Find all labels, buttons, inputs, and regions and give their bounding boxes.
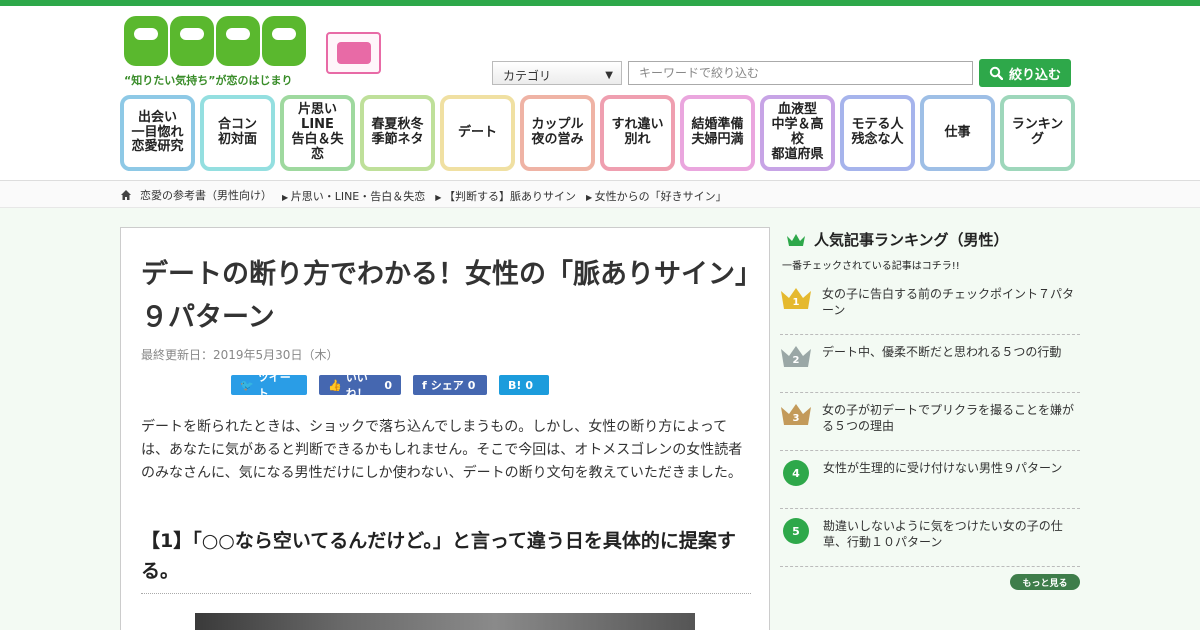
- ranking-item[interactable]: 3 女の子が初デートでプリクラを撮ることを嫌がる５つの理由: [780, 393, 1080, 451]
- nav-item-label: デート: [457, 124, 497, 140]
- breadcrumb-trail: 片思い・LINE・告白＆失恋【判断する】脈ありサイン女性からの「好きサイン」: [282, 188, 727, 204]
- like-count: 0: [384, 378, 392, 392]
- rank-number: 3: [792, 413, 800, 424]
- ranking-item[interactable]: 5 勘違いしないように気をつけたい女の子の仕草、行動１０パターン: [780, 509, 1080, 567]
- ranking-item-title: 女の子に告白する前のチェックポイント７パターン: [822, 287, 1075, 318]
- facebook-share-count: 0: [467, 378, 476, 392]
- breadcrumb-home[interactable]: 恋愛の参考書（男性向け）: [120, 187, 272, 203]
- logo-mark: [124, 16, 314, 66]
- crown-icon: [787, 233, 805, 246]
- filter-button[interactable]: 絞り込む: [979, 59, 1071, 87]
- ranking-item-title: 女の子が初デートでプリクラを撮ることを嫌がる５つの理由: [822, 403, 1075, 434]
- more-button[interactable]: もっと見る: [1010, 574, 1080, 590]
- hatena-bookmark-count: 0: [525, 378, 534, 392]
- rank-crown-badge: 3: [780, 402, 812, 426]
- nav-item[interactable]: 春夏秋冬 季節ネタ: [360, 95, 435, 171]
- rank-crown-badge: 2: [780, 344, 812, 368]
- article-date: 最終更新日：2019年5月30日（木）: [141, 348, 339, 362]
- breadcrumb-item[interactable]: 片思い・LINE・告白＆失恋: [282, 188, 426, 204]
- category-select-label: カテゴリ: [503, 69, 552, 83]
- chevron-down-icon: ▼: [605, 70, 613, 81]
- ranking-item[interactable]: 4 女性が生理的に受け付けない男性９パターン: [780, 451, 1080, 509]
- section-heading: 【1】「○○なら空いてるんだけど。」と言って違う日を具体的に提案する。: [141, 526, 751, 594]
- rank-number: 2: [792, 355, 800, 366]
- nav-item-label: モテる人 残念な人: [851, 117, 904, 147]
- nav-item-label: 仕事: [944, 124, 971, 140]
- twitter-bird-icon: 🐦: [240, 378, 254, 392]
- rank-number: 5: [783, 518, 809, 544]
- search-icon: [989, 66, 1003, 80]
- article-intro: デートを断られたときは、ショックで落ち込んでしまうもの。しかし、女性の断り方によ…: [141, 419, 743, 482]
- ranking-list: 1 女の子に告白する前のチェックポイント７パターン 2 デート中、優柔不断だと思われる…: [780, 277, 1080, 567]
- tweet-button-label: ツイート: [257, 371, 291, 400]
- breadcrumb: 恋愛の参考書（男性向け） 片思い・LINE・告白＆失恋【判断する】脈ありサイン女…: [0, 180, 1200, 208]
- article-title: デートの断り方でわかる！女性の「脈ありサイン」９パターン: [141, 259, 749, 334]
- tweet-button[interactable]: 🐦 ツイート: [231, 371, 307, 400]
- otome-sugoren-logo[interactable]: [326, 32, 381, 74]
- ranking-item-title: デート中、優柔不断だと思われる５つの行動: [822, 345, 1062, 359]
- breadcrumb-item[interactable]: 【判断する】脈ありサイン: [435, 188, 576, 204]
- thumbs-up-icon: 👍: [328, 378, 342, 392]
- like-button[interactable]: 👍 いいね！ 0: [319, 371, 401, 400]
- category-select[interactable]: カテゴリ ▼: [492, 61, 622, 85]
- nav-item[interactable]: モテる人 残念な人: [840, 95, 915, 171]
- ranking-subtitle: 一番チェックされている記事はコチラ!!: [782, 261, 960, 272]
- facebook-share-button[interactable]: f シェア 0: [413, 375, 487, 395]
- nav-item[interactable]: カップル 夜の営み: [520, 95, 595, 171]
- nav-item-label: 春夏秋冬 季節ネタ: [371, 117, 424, 147]
- nav-item-label: 結婚準備 夫婦円満: [691, 117, 744, 147]
- nav-item[interactable]: 血液型 中学＆高校 都道府県: [760, 95, 835, 171]
- nav-item-label: 血液型 中学＆高校 都道府県: [771, 102, 824, 162]
- ranking-title: 人気記事ランキング（男性）: [786, 229, 1009, 250]
- nav-item-label: 合コン 初対面: [217, 117, 257, 147]
- nav-item[interactable]: 片思い LINE 告白＆失恋: [280, 95, 355, 171]
- nav-item[interactable]: ランキング: [1000, 95, 1075, 171]
- breadcrumb-home-label: 恋愛の参考書（男性向け）: [140, 189, 272, 202]
- nav-item-label: ランキング: [1011, 117, 1064, 147]
- search-bar: カテゴリ ▼ 絞り込む: [492, 56, 1072, 88]
- hatena-bookmark-button[interactable]: B! 0: [499, 375, 549, 395]
- breadcrumb-item[interactable]: 女性からの「好きサイン」: [586, 188, 727, 204]
- site-tagline: “知りたい気持ち”が恋のはじまり: [124, 74, 293, 87]
- ranking-item[interactable]: 2 デート中、優柔不断だと思われる５つの行動: [780, 335, 1080, 393]
- nav-item[interactable]: 仕事: [920, 95, 995, 171]
- like-button-label: いいね！: [345, 371, 368, 400]
- filter-button-label: 絞り込む: [1008, 67, 1061, 83]
- ranking-item[interactable]: 1 女の子に告白する前のチェックポイント７パターン: [780, 277, 1080, 335]
- nav-item[interactable]: 合コン 初対面: [200, 95, 275, 171]
- site-logo[interactable]: “知りたい気持ち”が恋のはじまり: [124, 16, 314, 94]
- facebook-icon: f: [422, 378, 427, 392]
- nav-item-label: すれ違い 別れ: [611, 117, 664, 147]
- ranking-title-label: 人気記事ランキング（男性）: [814, 231, 1009, 249]
- nav-item-label: 出会い 一目惚れ 恋愛研究: [131, 109, 184, 155]
- site-header: “知りたい気持ち”が恋のはじまり カテゴリ ▼ 絞り込む 出会い 一目惚れ 恋愛…: [0, 6, 1200, 180]
- article-photo: [195, 613, 695, 630]
- nav-item-label: 片思い LINE 告白＆失恋: [291, 102, 344, 162]
- ranking-item-title: 勘違いしないように気をつけたい女の子の仕草、行動１０パターン: [823, 519, 1063, 550]
- article: デートの断り方でわかる！女性の「脈ありサイン」９パターン 最終更新日：2019年…: [120, 227, 770, 630]
- ranking-item-title: 女性が生理的に受け付けない男性９パターン: [823, 461, 1063, 475]
- nav-item[interactable]: 結婚準備 夫婦円満: [680, 95, 755, 171]
- rank-number: 1: [792, 297, 800, 308]
- nav-item-label: カップル 夜の営み: [531, 117, 584, 147]
- nav-item[interactable]: 出会い 一目惚れ 恋愛研究: [120, 95, 195, 171]
- facebook-share-label: シェア: [430, 379, 464, 392]
- ranking-sidebar: 人気記事ランキング（男性） 一番チェックされている記事はコチラ!! 1 女の子に告…: [780, 227, 1080, 607]
- share-buttons: 🐦 ツイート 👍 いいね！ 0 f シェア 0 B! 0: [231, 371, 549, 400]
- rank-crown-badge: 1: [780, 286, 812, 310]
- keyword-input[interactable]: [628, 61, 973, 85]
- nav-item[interactable]: すれ違い 別れ: [600, 95, 675, 171]
- rank-number: 4: [783, 460, 809, 486]
- category-nav: 出会い 一目惚れ 恋愛研究 合コン 初対面 片思い LINE 告白＆失恋 春夏秋冬 季…: [120, 95, 1080, 171]
- nav-item[interactable]: デート: [440, 95, 515, 171]
- hatena-bookmark-label: B!: [508, 378, 522, 392]
- home-icon: [121, 190, 131, 200]
